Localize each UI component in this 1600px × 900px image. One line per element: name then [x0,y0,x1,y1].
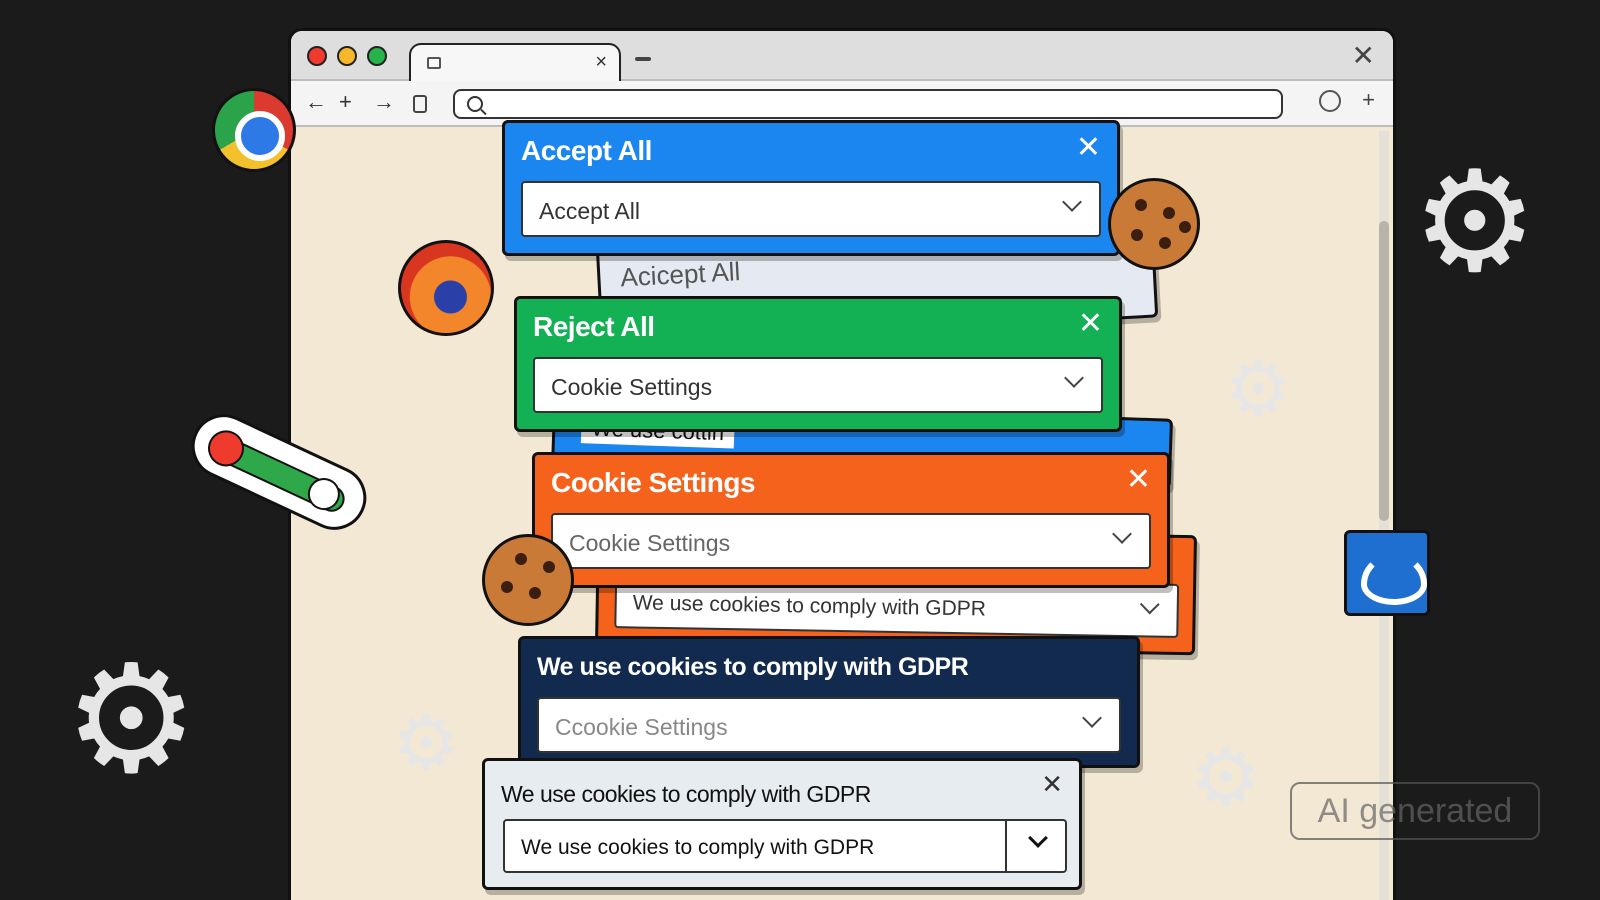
page-info-icon[interactable] [413,95,427,113]
browser-tab[interactable]: × [409,43,621,83]
dialog-title: Accept All [521,135,652,166]
tab-page-icon [427,57,441,69]
gear-icon: ⚙ [64,635,199,803]
gdpr-navy-dialog: We use cookies to comply with GDPR Ccook… [518,636,1140,768]
dropdown-value: Cookie Settings [551,374,713,400]
more-options-icon[interactable]: + [1362,87,1375,113]
back-arrow-icon[interactable]: ← [305,89,327,115]
close-icon[interactable]: ✕ [1126,465,1151,495]
dialog-title: Cookie Settings [551,467,756,498]
new-plus-icon[interactable]: + [339,89,352,115]
title-bar: × ✕ [291,31,1393,83]
reject-all-dropdown[interactable]: Cookie Settings [533,357,1103,413]
dialog-title: Reject All [533,311,655,342]
extensions-icon[interactable] [1319,90,1341,112]
window-close-icon[interactable]: ✕ [1352,39,1375,72]
close-window-dot[interactable] [307,46,327,66]
dropdown-value: Cookie Settings [569,530,731,556]
chevron-down-icon [1139,594,1160,615]
gdpr-light-dialog: We use cookies to comply with GDPR ✕ We … [482,758,1082,890]
edge-icon [1344,530,1430,616]
chevron-down-icon [1112,524,1132,544]
chevron-down-icon [1028,828,1048,848]
address-bar[interactable] [453,89,1283,119]
minimize-window-dot[interactable] [337,46,357,66]
dropdown-value: Accept All [539,198,640,224]
cookie-settings-dropdown[interactable]: Cookie Settings [551,513,1151,569]
gear-icon: ⚙ [392,701,461,786]
maximize-window-dot[interactable] [367,46,387,66]
close-icon[interactable]: ✕ [1078,309,1103,339]
cookie-icon [1108,178,1200,270]
tab-close-icon[interactable]: × [595,51,607,74]
dialog-title: We use cookies to comply with GDPR [537,653,969,681]
ai-generated-watermark: AI generated [1290,782,1540,840]
gear-icon: ⚙ [1412,143,1538,300]
dropdown-value: We use cookies to comply with GDPR [632,591,987,621]
dropdown-value: Ccookie Settings [555,714,728,740]
search-icon [467,96,483,112]
accept-all-dialog: Accept All ✕ Accept All [502,120,1120,256]
close-icon[interactable]: ✕ [1076,133,1101,163]
cookie-settings-dialog: Cookie Settings ✕ Cookie Settings [532,452,1170,588]
chevron-down-icon [1082,708,1102,728]
chrome-icon [212,88,296,172]
accept-all-back-text: Acicept All [619,256,741,293]
accept-all-dropdown[interactable]: Accept All [521,181,1101,237]
chevron-down-icon [1064,368,1084,388]
dropdown-value: We use cookies to comply with GDPR [521,836,875,859]
gdpr-light-dropdown[interactable]: We use cookies to comply with GDPR [503,819,1067,873]
reject-all-dialog: Reject All ✕ Cookie Settings [514,296,1122,432]
scrollbar-thumb[interactable] [1379,221,1389,521]
gdpr-navy-dropdown[interactable]: Ccookie Settings [537,697,1121,753]
cookie-icon [482,534,574,626]
gear-icon: ⚙ [1190,733,1262,822]
new-tab-button[interactable] [635,57,651,61]
firefox-icon [398,240,494,336]
dialog-title: We use cookies to comply with GDPR [501,781,871,807]
chevron-down-icon [1062,192,1082,212]
close-icon[interactable]: ✕ [1041,771,1063,797]
dropdown-toggle-button[interactable] [1005,821,1065,871]
forward-arrow-icon[interactable]: → [373,89,395,115]
gear-icon: ⚙ [1224,347,1293,432]
